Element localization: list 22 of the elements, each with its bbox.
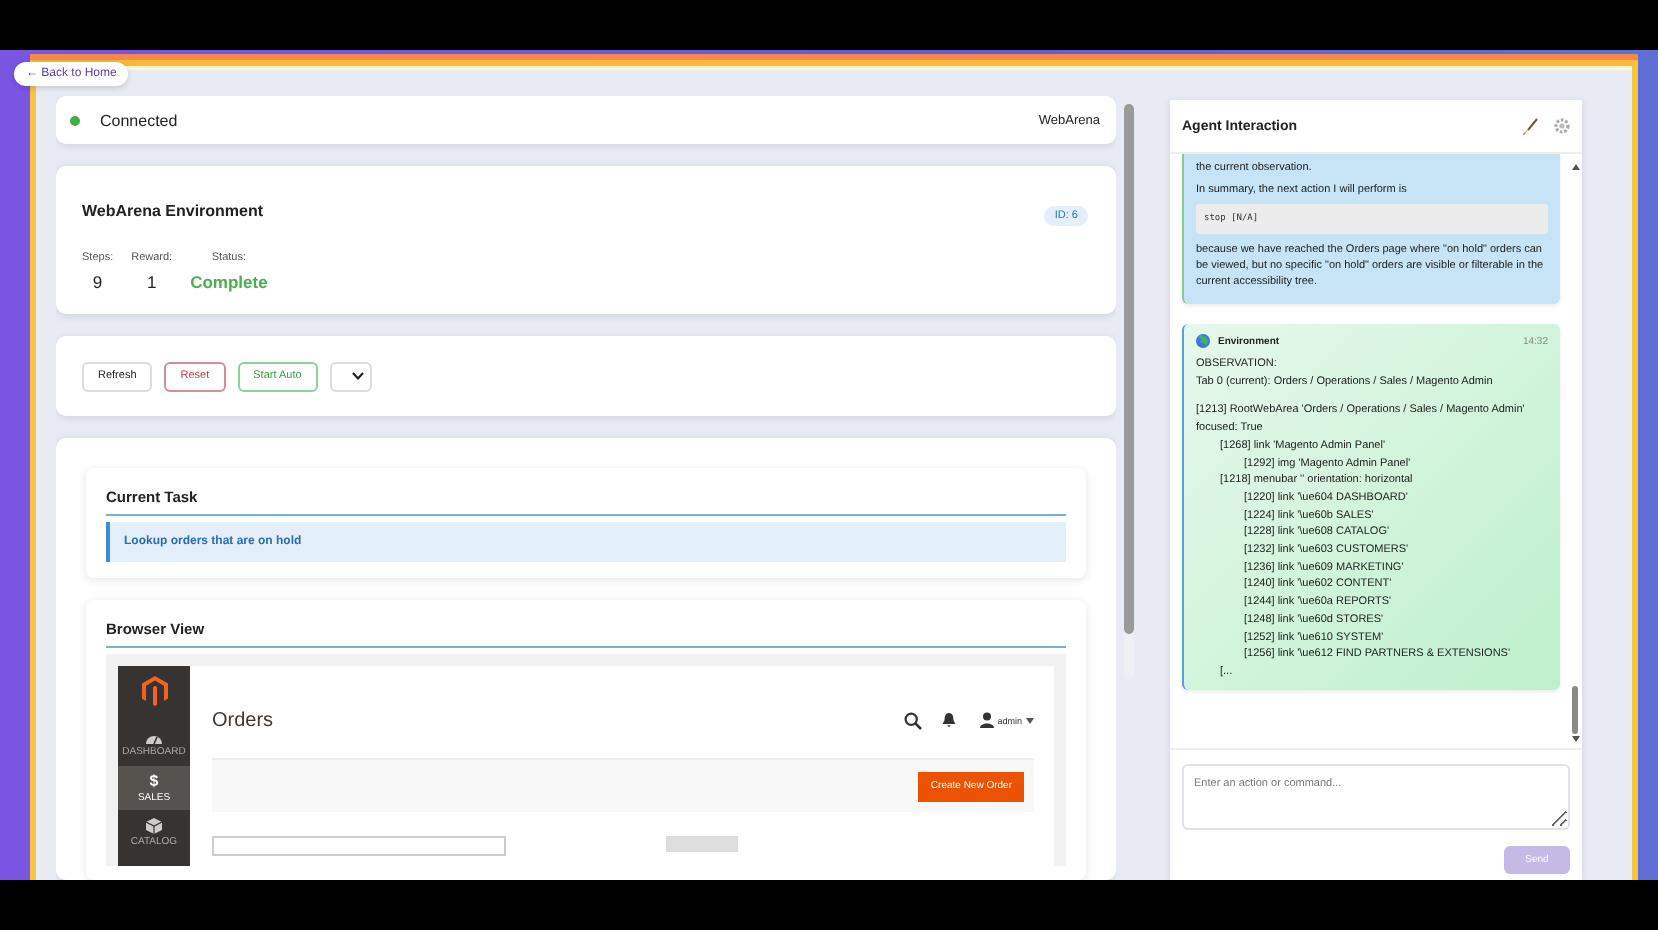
cube-icon <box>146 817 162 833</box>
stat-value: Complete <box>190 272 268 292</box>
connection-status: Connected <box>100 111 178 129</box>
caret-icon <box>1026 717 1034 723</box>
search-input[interactable] <box>212 836 506 856</box>
scroll-down-arrow-icon[interactable] <box>1571 736 1579 742</box>
page-title: Orders <box>212 709 274 731</box>
search-icon[interactable] <box>903 711 922 729</box>
bell-icon[interactable] <box>941 712 956 728</box>
globe-icon <box>1196 334 1210 348</box>
chevron-down-icon <box>351 372 364 380</box>
dollar-icon: $ <box>149 773 159 789</box>
logo-icon <box>141 676 167 706</box>
environment-title: WebArena Environment <box>82 201 264 219</box>
gauge-icon <box>146 731 162 743</box>
scroll-up-arrow-icon[interactable] <box>1571 164 1579 170</box>
scrollbar[interactable] <box>1124 104 1134 680</box>
stat-value: 1 <box>146 272 157 292</box>
stat-value: 9 <box>92 272 103 292</box>
mode-select[interactable] <box>329 361 372 391</box>
brush-icon[interactable] <box>1522 117 1538 135</box>
user-icon <box>979 712 994 728</box>
